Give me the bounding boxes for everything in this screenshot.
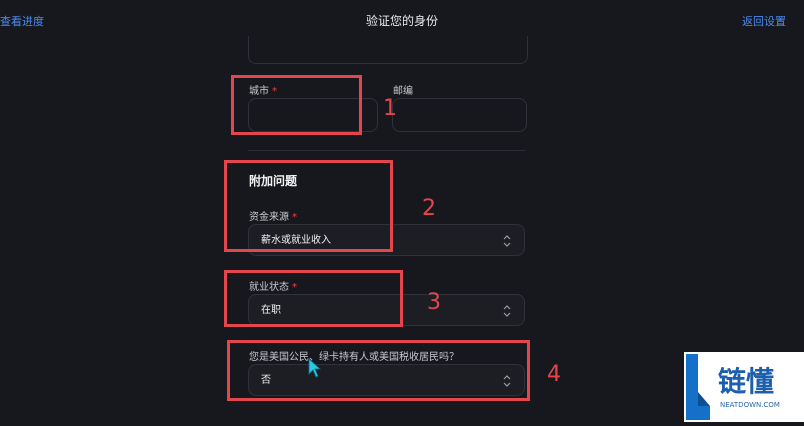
page-title: 验证您的身份: [365, 14, 438, 28]
annotation-box-3: [224, 270, 403, 327]
svg-text:链懂: 链懂: [718, 365, 774, 398]
annotation-box-1: [231, 75, 362, 135]
chevron-updown-icon: [503, 305, 511, 317]
annotation-box-4: [227, 340, 530, 401]
annotation-box-2: [224, 160, 393, 252]
annotation-number-1: 1: [383, 96, 397, 121]
zip-label: 邮编: [393, 86, 413, 97]
back-to-settings-link[interactable]: 返回设置: [742, 13, 786, 29]
svg-text:NEATDOWN.COM: NEATDOWN.COM: [720, 401, 780, 409]
annotation-number-3: 3: [427, 290, 441, 315]
zip-input[interactable]: [392, 98, 527, 132]
previous-field-box[interactable]: [248, 36, 528, 64]
annotation-number-2: 2: [422, 196, 436, 221]
annotation-number-4: 4: [547, 362, 561, 387]
section-divider: [248, 150, 526, 151]
neatdown-logo-mark: 链懂 NEATDOWN.COM: [686, 354, 780, 420]
neatdown-logo: 链懂 NEATDOWN.COM: [684, 352, 804, 422]
chevron-updown-icon: [503, 235, 511, 247]
